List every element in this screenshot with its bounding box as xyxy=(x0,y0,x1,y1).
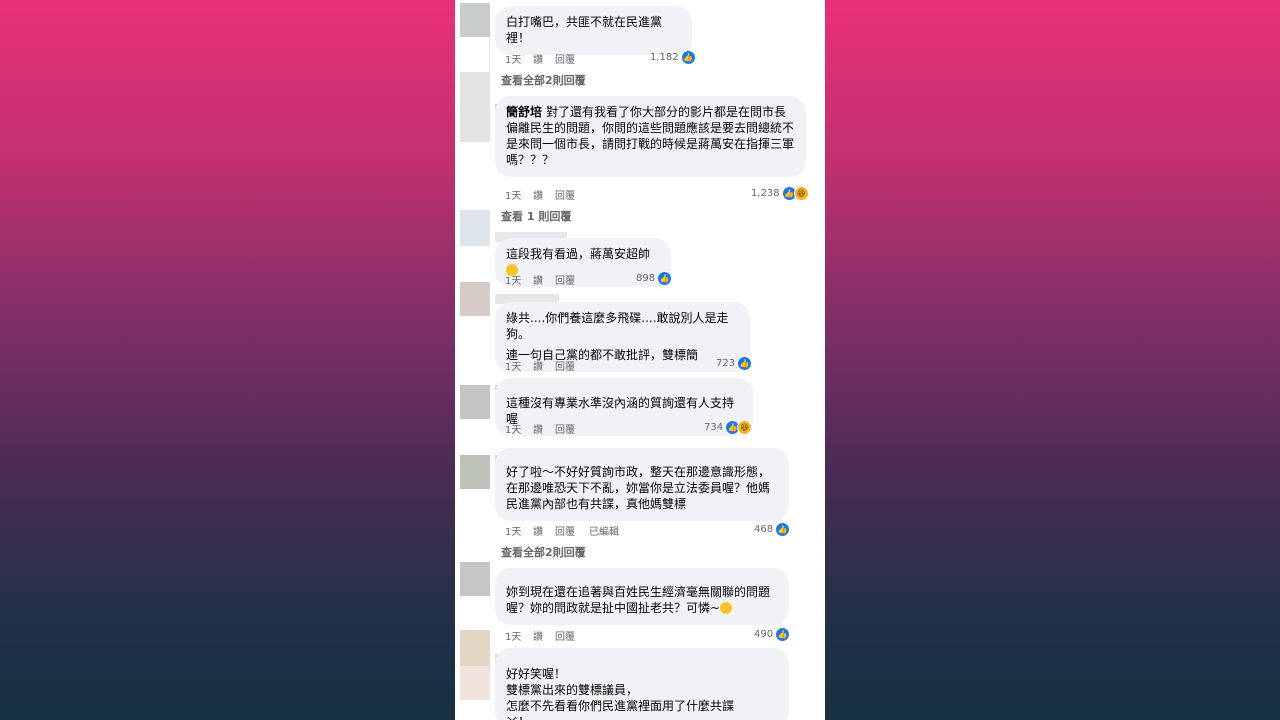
view-replies-link[interactable]: 查看全部2則回覆 xyxy=(501,544,586,560)
comment-bubble: 好了啦～不好好質詢市政，整天在那邊意識形態，在那邊唯恐天下不亂，妳當你是立法委員… xyxy=(495,448,789,521)
comment-time[interactable]: 1天 xyxy=(505,358,521,373)
reply-button[interactable]: 回覆 xyxy=(555,628,575,643)
reaction-count-text: 1,182 xyxy=(650,52,679,63)
comment-text-line2: 雙標黨出來的雙標議員， xyxy=(506,683,639,697)
reaction-count[interactable]: 1,238 👍 😆 xyxy=(751,186,809,201)
reply-button[interactable]: 回覆 xyxy=(555,187,575,202)
avatar[interactable] xyxy=(460,210,490,246)
comment-time[interactable]: 1天 xyxy=(505,187,521,202)
commenter-name[interactable]: 簡舒培 xyxy=(506,105,542,119)
reaction-count[interactable]: 1,182 👍 xyxy=(650,50,696,65)
reaction-count[interactable]: 723 👍 xyxy=(716,356,753,371)
comment-bubble: 白打嘴巴，共匪不就在民進黨裡！ xyxy=(495,6,692,55)
comment-text: 綠共....你們養這麼多飛碟....敢說別人是走狗。 xyxy=(506,311,729,341)
comment-time[interactable]: 1天 xyxy=(505,421,521,436)
comment-actions: 1天 讚 回覆 xyxy=(505,628,705,643)
comment-text: 白打嘴巴，共匪不就在民進黨裡！ xyxy=(506,15,663,45)
comment-actions: 1天 讚 回覆 已編輯 xyxy=(505,523,705,538)
avatar[interactable] xyxy=(460,455,490,489)
reply-button[interactable]: 回覆 xyxy=(555,421,575,436)
reaction-count-text: 723 xyxy=(716,358,736,369)
like-reaction-icon: 👍 xyxy=(680,50,696,65)
comments-panel: 白打嘴巴，共匪不就在民進黨裡！ 1天 讚 回覆 1,182 👍 查看全部2則回覆… xyxy=(455,0,825,720)
comment-text: 好了啦～不好好質詢市政，整天在那邊意識形態，在那邊唯恐天下不亂，妳當你是立法委員… xyxy=(506,465,771,511)
reaction-count-text: 490 xyxy=(754,629,774,640)
comment-text-line3: 怎麼不先看看你們民進黨裡面用了什麼共諜ㄚ！...... xyxy=(506,699,735,720)
like-button[interactable]: 讚 xyxy=(533,421,543,436)
hand-over-mouth-emoji-icon xyxy=(720,602,733,614)
comment-time[interactable]: 1天 xyxy=(505,628,521,643)
avatar-lower xyxy=(460,666,490,700)
comment-time[interactable]: 1天 xyxy=(505,51,521,66)
view-replies-link[interactable]: 查看全部2則回覆 xyxy=(501,72,586,88)
comment-text: 這段我有看過，蔣萬安超帥 xyxy=(506,247,651,261)
avatar[interactable] xyxy=(460,562,490,596)
comment-actions: 1天 讚 回覆 xyxy=(505,421,705,436)
avatar[interactable] xyxy=(460,385,490,419)
comment-actions: 1天 讚 回覆 xyxy=(505,272,705,287)
like-button[interactable]: 讚 xyxy=(533,628,543,643)
reaction-count-text: 1,238 xyxy=(751,188,780,199)
like-reaction-icon: 👍 xyxy=(775,522,791,537)
avatar[interactable] xyxy=(460,282,490,316)
reaction-count[interactable]: 898 👍 xyxy=(636,271,673,286)
comment-text: 對了還有我看了你大部分的影片都是在問市長偏離民生的問題，你問的這些問題應該是要去… xyxy=(506,105,795,167)
like-button[interactable]: 讚 xyxy=(533,51,543,66)
view-replies-link[interactable]: 查看 1 則回覆 xyxy=(501,208,571,224)
comment-text-line1: 好好笑喔！ xyxy=(506,667,567,681)
comment-actions: 1天 讚 回覆 xyxy=(505,187,705,202)
comment-bubble: 簡舒培 對了還有我看了你大部分的影片都是在問市長偏離民生的問題，你問的這些問題應該… xyxy=(495,96,806,177)
haha-reaction-icon: 😆 xyxy=(793,186,809,201)
like-reaction-icon: 👍 xyxy=(737,356,753,371)
avatar[interactable] xyxy=(460,3,490,37)
comment-actions: 1天 讚 回覆 xyxy=(505,358,705,373)
reaction-count[interactable]: 490 👍 xyxy=(754,627,791,642)
like-button[interactable]: 讚 xyxy=(533,272,543,287)
comment-bubble: 好好笑喔！ 雙標黨出來的雙標議員， 怎麼不先看看你們民進黨裡面用了什麼共諜ㄚ！.… xyxy=(495,648,789,720)
reply-button[interactable]: 回覆 xyxy=(555,358,575,373)
comment-time[interactable]: 1天 xyxy=(505,272,521,287)
like-button[interactable]: 讚 xyxy=(533,358,543,373)
haha-reaction-icon: 😆 xyxy=(737,420,753,435)
like-button[interactable]: 讚 xyxy=(533,523,543,538)
reply-button[interactable]: 回覆 xyxy=(555,272,575,287)
reaction-count-text: 734 xyxy=(704,422,724,433)
reaction-count[interactable]: 734 👍 😆 xyxy=(704,420,753,435)
comment-time[interactable]: 1天 xyxy=(505,523,521,538)
avatar[interactable] xyxy=(460,72,490,142)
avatar[interactable] xyxy=(460,630,490,666)
like-reaction-icon: 👍 xyxy=(657,271,673,286)
reply-button[interactable]: 回覆 xyxy=(555,523,575,538)
reaction-count-text: 898 xyxy=(636,273,656,284)
like-reaction-icon: 👍 xyxy=(775,627,791,642)
reply-button[interactable]: 回覆 xyxy=(555,51,575,66)
reaction-count-text: 468 xyxy=(754,524,774,535)
like-button[interactable]: 讚 xyxy=(533,187,543,202)
comment-bubble: 妳到現在還在追著與百姓民生經濟毫無關聯的問題喔？妳的問政就是扯中國扯老共？可憐~ xyxy=(495,568,789,625)
reaction-count[interactable]: 468 👍 xyxy=(754,522,791,537)
edited-label: 已編輯 xyxy=(589,527,619,538)
